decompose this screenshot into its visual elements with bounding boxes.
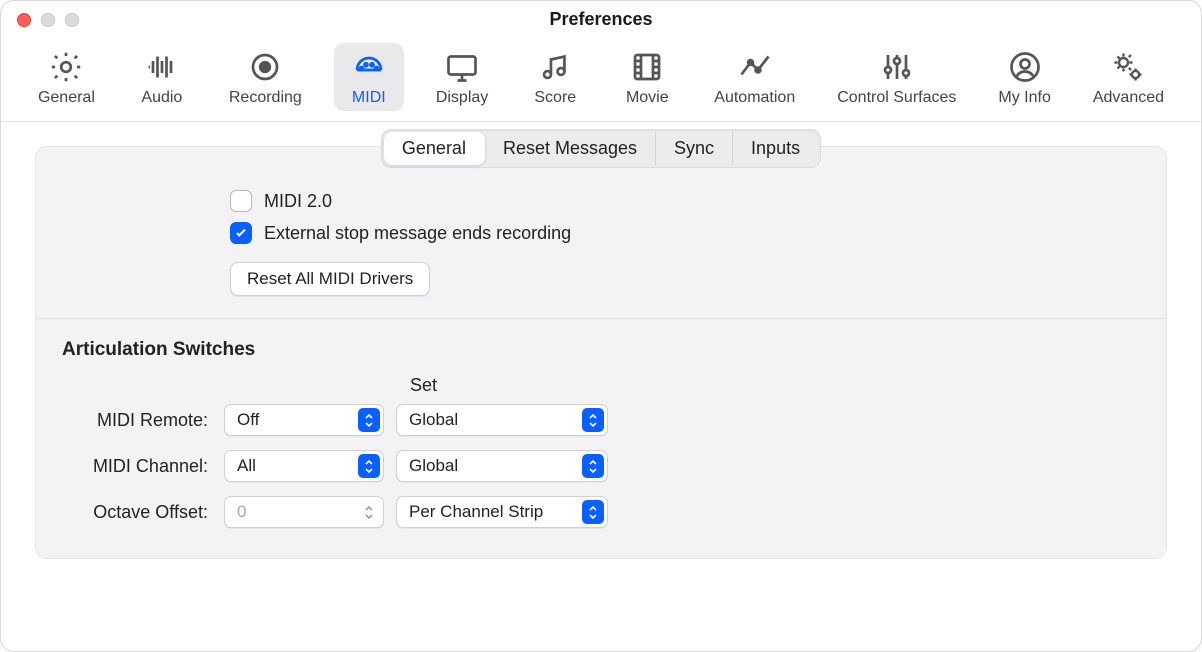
subtab-sync[interactable]: Sync <box>656 132 733 165</box>
subtab-label: Reset Messages <box>503 138 637 159</box>
tab-label: General <box>38 89 95 107</box>
midi-channel-label: MIDI Channel: <box>62 456 212 477</box>
chevron-updown-icon <box>582 500 604 524</box>
popup-value: Per Channel Strip <box>409 502 543 522</box>
minimize-window-button[interactable] <box>41 13 55 27</box>
general-options: MIDI 2.0 External stop message ends reco… <box>230 190 1140 296</box>
tab-label: Control Surfaces <box>837 89 956 107</box>
tab-label: Audio <box>141 89 182 107</box>
subtab-inputs[interactable]: Inputs <box>733 132 818 165</box>
checkmark-icon <box>234 226 248 240</box>
close-window-button[interactable] <box>17 13 31 27</box>
segmented-control: General Reset Messages Sync Inputs <box>381 129 821 168</box>
chevron-updown-icon <box>358 454 380 478</box>
tab-label: Automation <box>714 89 795 107</box>
tab-advanced[interactable]: Advanced <box>1083 43 1174 111</box>
articulation-switches-title: Articulation Switches <box>62 339 1140 361</box>
window-title: Preferences <box>549 9 652 30</box>
titlebar: Preferences <box>1 1 1201 37</box>
midi-channel-popup[interactable]: All <box>224 450 384 482</box>
subtab-bar: General Reset Messages Sync Inputs <box>62 129 1140 168</box>
sliders-icon <box>879 49 915 85</box>
content-area: General Reset Messages Sync Inputs MIDI … <box>1 122 1201 589</box>
tab-label: Display <box>436 89 488 107</box>
midi-channel-set-popup[interactable]: Global <box>396 450 608 482</box>
popup-value: All <box>237 456 256 476</box>
music-notes-icon <box>537 49 573 85</box>
subtab-label: Sync <box>674 138 714 159</box>
chevron-updown-icon <box>582 408 604 432</box>
automation-icon <box>737 49 773 85</box>
person-circle-icon <box>1007 49 1043 85</box>
articulation-grid: Set MIDI Remote: Off Global MIDI Channel… <box>62 375 1140 528</box>
octave-offset-set-popup[interactable]: Per Channel Strip <box>396 496 608 528</box>
subtab-label: Inputs <box>751 138 800 159</box>
tab-label: Score <box>534 89 576 107</box>
preferences-window: Preferences General Audio Recording MI <box>0 0 1202 652</box>
tab-display[interactable]: Display <box>426 43 498 111</box>
tab-label: Recording <box>229 89 302 107</box>
midi-icon <box>351 49 387 85</box>
chevron-updown-icon <box>358 500 380 524</box>
tab-audio[interactable]: Audio <box>127 43 197 111</box>
tab-control-surfaces[interactable]: Control Surfaces <box>827 43 966 111</box>
tab-movie[interactable]: Movie <box>612 43 682 111</box>
tab-label: Movie <box>626 89 669 107</box>
preferences-toolbar: General Audio Recording MIDI Display <box>1 37 1201 122</box>
subtab-general[interactable]: General <box>384 132 485 165</box>
tab-label: Advanced <box>1093 89 1164 107</box>
zoom-window-button[interactable] <box>65 13 79 27</box>
reset-all-midi-drivers-button[interactable]: Reset All MIDI Drivers <box>230 262 430 296</box>
midi-2-checkbox[interactable] <box>230 190 252 212</box>
display-icon <box>444 49 480 85</box>
tab-score[interactable]: Score <box>520 43 590 111</box>
popup-value: Global <box>409 456 458 476</box>
midi-remote-popup[interactable]: Off <box>224 404 384 436</box>
popup-value: 0 <box>237 502 246 522</box>
window-controls <box>17 13 79 27</box>
popup-value: Off <box>237 410 259 430</box>
waveform-icon <box>144 49 180 85</box>
gear-icon <box>48 49 84 85</box>
checkbox-row-midi2: MIDI 2.0 <box>230 190 1140 212</box>
tab-recording[interactable]: Recording <box>219 43 312 111</box>
external-stop-checkbox[interactable] <box>230 222 252 244</box>
chevron-updown-icon <box>582 454 604 478</box>
subtab-label: General <box>402 138 466 159</box>
section-divider <box>36 318 1166 319</box>
tab-automation[interactable]: Automation <box>704 43 805 111</box>
popup-value: Global <box>409 410 458 430</box>
subtab-reset-messages[interactable]: Reset Messages <box>485 132 656 165</box>
record-icon <box>247 49 283 85</box>
tab-label: My Info <box>998 89 1050 107</box>
midi-2-label: MIDI 2.0 <box>264 191 332 212</box>
tab-midi[interactable]: MIDI <box>334 43 404 111</box>
octave-offset-popup[interactable]: 0 <box>224 496 384 528</box>
octave-offset-label: Octave Offset: <box>62 502 212 523</box>
gears-icon <box>1110 49 1146 85</box>
midi-remote-label: MIDI Remote: <box>62 410 212 431</box>
midi-panel: General Reset Messages Sync Inputs MIDI … <box>35 146 1167 559</box>
set-column-header: Set <box>396 375 608 396</box>
tab-label: MIDI <box>352 89 386 107</box>
midi-remote-set-popup[interactable]: Global <box>396 404 608 436</box>
tab-general[interactable]: General <box>28 43 105 111</box>
tab-my-info[interactable]: My Info <box>988 43 1060 111</box>
checkbox-row-external-stop: External stop message ends recording <box>230 222 1140 244</box>
external-stop-label: External stop message ends recording <box>264 223 571 244</box>
chevron-updown-icon <box>358 408 380 432</box>
film-icon <box>629 49 665 85</box>
